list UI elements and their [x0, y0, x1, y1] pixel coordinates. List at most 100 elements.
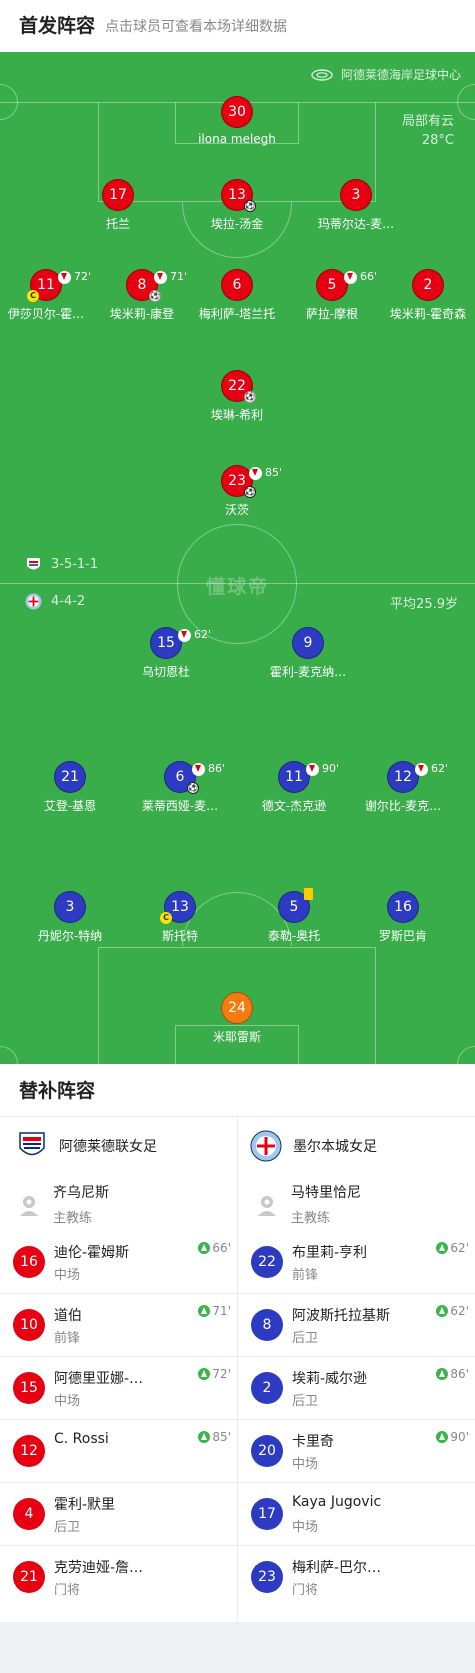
sub-player-row[interactable]: 21 克劳迪娅-詹… 门将 [0, 1546, 237, 1609]
sub-out-icon [178, 628, 191, 642]
player-marker[interactable]: 8 ⚽ 71' 埃米莉-康登 [92, 269, 192, 322]
pitch: 阿德莱德海岸足球中心 局部有云 28°C 懂球帝 3-5-1-1 4-4-2 平… [0, 52, 475, 1064]
melbourne-logo-icon [25, 593, 42, 610]
player-marker[interactable]: 3 玛蒂尔达-麦… [306, 179, 406, 232]
away-team-name: 墨尔本城女足 [293, 1139, 377, 1155]
player-number-text: 6 [175, 769, 185, 785]
home-team-name: 阿德莱德联女足 [59, 1139, 157, 1155]
sub-player-row[interactable]: 17 Kaya Jugovic 中场 [238, 1483, 475, 1546]
assist-icon: ⚽ [244, 391, 256, 403]
sub-player-number: 17 [251, 1498, 283, 1530]
weather-text: 局部有云 [401, 114, 454, 129]
player-marker[interactable]: 17 托兰 [68, 179, 168, 232]
sub-player-row[interactable]: 15 阿德里亚娜-… 中场 72' [0, 1357, 237, 1420]
sub-in-event: 86' [436, 1367, 469, 1381]
sub-in-event: 71' [198, 1304, 231, 1318]
player-marker[interactable]: 5 66' 萨拉-摩根 [282, 269, 382, 322]
venue: 阿德莱德海岸足球中心 [311, 66, 461, 83]
player-marker[interactable]: 30 ilona melegh [187, 96, 287, 146]
away-team[interactable]: 墨尔本城女足 [250, 1130, 377, 1162]
sub-player-name: C. Rossi [54, 1431, 109, 1447]
sub-player-position: 前锋 [54, 1331, 81, 1346]
player-marker[interactable]: 12 62' 谢尔比-麦克… [353, 761, 453, 814]
sub-player-number: 15 [13, 1372, 45, 1404]
sub-out-icon [415, 762, 428, 776]
sub-out-time: 86' [208, 762, 226, 775]
sub-out-time: 90' [322, 762, 340, 775]
sub-player-row[interactable]: 2 埃莉-威尔逊 后卫 86' [238, 1357, 475, 1420]
player-number: 11 C 72' [27, 269, 91, 302]
sub-player-name: 阿波斯托拉基斯 [292, 1308, 390, 1324]
sub-player-name: 布里莉-亨利 [292, 1245, 368, 1261]
sub-player-row[interactable]: 16 迪伦-霍姆斯 中场 66' [0, 1231, 237, 1294]
sub-in-icon [198, 1368, 211, 1380]
player-name: 托兰 [105, 217, 130, 231]
sub-in-time: 66' [212, 1241, 231, 1255]
sub-player-position: 后卫 [292, 1394, 319, 1409]
player-name: 萨拉-摩根 [305, 307, 359, 321]
sub-player-row[interactable]: 10 道伯 前锋 71' [0, 1294, 237, 1357]
sub-player-number: 23 [251, 1561, 283, 1593]
sub-in-time: 85' [212, 1430, 231, 1444]
home-team[interactable]: 阿德莱德联女足 [16, 1130, 157, 1162]
sub-in-event: 72' [198, 1367, 231, 1381]
player-number: 5 66' [316, 269, 377, 301]
player-marker[interactable]: 3 丹妮尔-特纳 [20, 891, 120, 944]
player-marker[interactable]: 22 ⚽ 埃琳-希利 [187, 370, 287, 423]
player-name: 沃茨 [224, 503, 249, 517]
sub-out-time: 62' [431, 762, 449, 775]
player-number: 13 ⚽ [221, 179, 256, 212]
sub-in-event: 66' [198, 1241, 231, 1255]
sub-player-row[interactable]: 22 布里莉-亨利 前锋 62' [238, 1231, 475, 1294]
sub-player-number: 2 [251, 1372, 283, 1404]
corner-arc [457, 84, 475, 120]
sub-player-position: 中场 [54, 1268, 81, 1283]
player-number: 23 ⚽ 85' [221, 465, 282, 498]
player-name: 霍利-麦克纳… [269, 665, 347, 679]
player-marker[interactable]: 11 90' 德文-杰克逊 [244, 761, 344, 814]
sub-out-event: 85' [249, 458, 282, 488]
sub-player-row[interactable]: 4 霍利-默里 后卫 [0, 1483, 237, 1546]
player-number: 21 [54, 761, 86, 793]
sub-player-row[interactable]: 20 卡里奇 中场 90' [238, 1420, 475, 1483]
player-number: 12 62' [387, 761, 448, 793]
player-marker[interactable]: 15 62' 乌切恩杜 [116, 627, 216, 680]
player-marker[interactable]: 13 ⚽ 埃拉-汤金 [187, 179, 287, 232]
sub-player-position: 中场 [54, 1394, 81, 1409]
melbourne-logo-icon [250, 1130, 282, 1162]
player-marker[interactable]: 6 ⚽ 86' 莱蒂西娅-麦… [130, 761, 230, 814]
sub-out-event: 86' [192, 754, 225, 784]
player-marker[interactable]: 2 埃米莉-霍奇森 [378, 269, 475, 322]
player-number-text: 5 [289, 899, 299, 915]
player-marker[interactable]: 16 罗斯巴肯 [353, 891, 453, 944]
player-marker[interactable]: 9 霍利-麦克纳… [258, 627, 358, 680]
player-name: 艾登-基恩 [43, 799, 97, 813]
sub-player-position: 中场 [292, 1457, 319, 1472]
sub-out-icon [58, 270, 71, 284]
sub-player-name: 迪伦-霍姆斯 [54, 1245, 130, 1261]
sub-out-event: 90' [306, 754, 339, 784]
sub-player-row[interactable]: 12 C. Rossi 85' [0, 1420, 237, 1483]
player-number: 6 ⚽ 86' [164, 761, 225, 794]
player-marker[interactable]: 21 艾登-基恩 [20, 761, 120, 814]
sub-out-time: 66' [360, 270, 378, 283]
player-marker[interactable]: 11 C 72' 伊莎贝尔-霍… [0, 269, 96, 322]
sub-out-event: 62' [178, 620, 211, 650]
sub-player-number: 16 [13, 1246, 45, 1278]
sub-player-name: 阿德里亚娜-… [54, 1371, 144, 1387]
sub-in-event: 62' [436, 1304, 469, 1318]
player-marker[interactable]: 23 ⚽ 85' 沃茨 [187, 465, 287, 518]
sub-in-icon [198, 1242, 211, 1254]
coach-avatar-icon [252, 1190, 282, 1220]
player-marker[interactable]: 24 米耶雷斯 [187, 992, 287, 1045]
player-name: 莱蒂西娅-麦… [141, 799, 219, 813]
player-marker[interactable]: 5 泰勒-奥托 [244, 888, 344, 944]
player-number: 11 90' [278, 761, 339, 793]
away-formation: 4-4-2 [25, 593, 85, 610]
player-marker[interactable]: 6 梅利萨-塔兰托 [187, 269, 287, 322]
sub-player-row[interactable]: 8 阿波斯托拉基斯 后卫 62' [238, 1294, 475, 1357]
weather: 局部有云 28°C [402, 112, 454, 150]
player-marker[interactable]: 13 C 斯托特 [130, 891, 230, 944]
sub-player-row[interactable]: 23 梅利萨-巴尔… 门将 [238, 1546, 475, 1609]
player-name: 斯托特 [161, 929, 198, 943]
